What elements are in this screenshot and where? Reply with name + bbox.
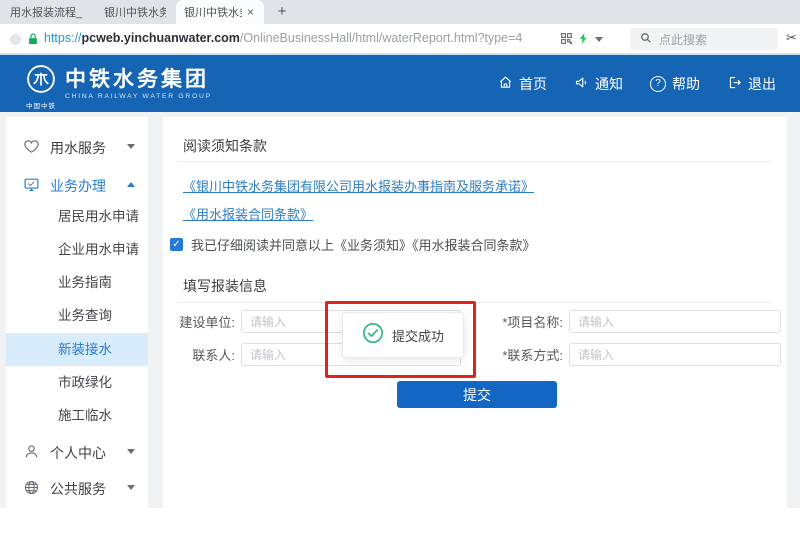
contract-terms-link[interactable]: 《用水报装合同条款》 — [183, 204, 313, 223]
sidebar-group-label: 个人中心 — [50, 443, 106, 463]
sidebar-item-resident-water-application[interactable]: 居民用水申请 — [6, 200, 148, 233]
quick-search-box[interactable]: 点此搜索 — [630, 28, 778, 50]
sidebar-group-water-service[interactable]: 用水服务 — [6, 129, 148, 165]
notice-section-title: 阅读须知条款 — [183, 136, 267, 156]
nav-help-label: 帮助 — [672, 74, 700, 94]
nav-logout-label: 退出 — [748, 74, 776, 94]
tab-title: 银川中铁水务集 — [184, 4, 242, 20]
url-path: /OnlineBusinessHall/html/waterReport.htm… — [240, 31, 522, 45]
form-section-title: 填写报装信息 — [183, 276, 267, 296]
horn-icon — [574, 75, 589, 93]
heart-icon — [23, 138, 40, 155]
url-separator: :// — [71, 31, 81, 45]
nav-home[interactable]: 首页 — [498, 74, 547, 94]
field-label: *项目名称: — [493, 312, 563, 331]
nav-notice[interactable]: 通知 — [574, 74, 623, 94]
url-scheme: https — [44, 31, 71, 45]
tab-title: 用水报装流程_ — [10, 4, 86, 20]
sidebar-group-business[interactable]: 业务办理 — [6, 167, 148, 203]
browser-tab-active[interactable]: 银川中铁水务集 × — [176, 0, 264, 24]
search-placeholder: 点此搜索 — [659, 31, 707, 48]
tab-title: 银川中铁水务集 — [104, 4, 166, 20]
browser-tab-bar: 用水报装流程_ 银川中铁水务集 银川中铁水务集 × + — [0, 0, 800, 24]
logout-icon — [727, 75, 742, 93]
address-bar: https://pcweb.yinchuanwater.com/OnlineBu… — [0, 24, 800, 55]
site-info-icon — [10, 34, 21, 45]
scissors-icon[interactable]: ✂ — [786, 30, 797, 46]
lock-icon[interactable] — [27, 32, 39, 51]
app-header: 中国中铁 中铁水务集团 CHINA RAILWAY WATER GROUP 首页… — [0, 55, 800, 112]
nav-home-label: 首页 — [519, 74, 547, 94]
browser-tab-2[interactable]: 银川中铁水务集 — [96, 0, 174, 24]
railway-emblem-icon — [26, 64, 56, 99]
logo: 中国中铁 中铁水务集团 CHINA RAILWAY WATER GROUP — [26, 64, 212, 110]
monitor-icon — [23, 176, 40, 193]
chevron-down-icon[interactable] — [595, 37, 603, 42]
chevron-down-icon — [127, 144, 135, 149]
nav-help[interactable]: ? 帮助 — [650, 74, 700, 94]
user-icon — [23, 443, 40, 460]
sidebar-item-new-water-connection-active[interactable]: 新装接水 — [6, 333, 148, 366]
nav-notice-label: 通知 — [595, 74, 623, 94]
annotation-red-rectangle — [325, 301, 476, 378]
sidebar-group-public-service[interactable]: 公共服务 — [6, 470, 148, 506]
browser-window: 用水报装流程_ 银川中铁水务集 银川中铁水务集 × + https://pcwe… — [0, 0, 800, 534]
divider — [178, 161, 772, 162]
chevron-down-icon — [127, 449, 135, 454]
agreement-text: 我已仔细阅读并同意以上《业务须知》《用水报装合同条款》 — [191, 235, 536, 254]
project-name-input[interactable] — [569, 310, 781, 333]
nav-logout[interactable]: 退出 — [727, 74, 776, 94]
agreement-row: ✓ 我已仔细阅读并同意以上《业务须知》《用水报装合同条款》 — [170, 235, 536, 254]
sidebar-item-business-guide[interactable]: 业务指南 — [6, 266, 148, 299]
chevron-down-icon — [127, 485, 135, 490]
field-label: 建设单位: — [163, 312, 235, 331]
sidebar-group-label: 公共服务 — [50, 479, 106, 499]
sidebar-item-business-query[interactable]: 业务查询 — [6, 299, 148, 332]
field-label: *联系方式: — [493, 345, 563, 364]
sidebar-item-municipal-greening[interactable]: 市政绿化 — [6, 366, 148, 399]
logo-subtitle: CHINA RAILWAY WATER GROUP — [65, 93, 212, 100]
logo-badge: 中国中铁 — [26, 100, 56, 110]
contact-method-input[interactable] — [569, 343, 781, 366]
chevron-up-icon — [127, 182, 135, 187]
guide-and-promise-link[interactable]: 《银川中铁水务集团有限公司用水报装办事指南及服务承诺》 — [183, 176, 534, 195]
agreement-checkbox[interactable]: ✓ — [170, 238, 183, 251]
sidebar-item-enterprise-water-application[interactable]: 企业用水申请 — [6, 233, 148, 266]
sidebar: 用水服务 业务办理 居民用水申请 企业用水申请 业务指南 业务查询 新装接水 市… — [6, 117, 148, 508]
lightning-icon[interactable] — [578, 32, 589, 50]
sidebar-item-construction-temporary-water[interactable]: 施工临水 — [6, 399, 148, 432]
url-domain: pcweb.yinchuanwater.com — [82, 31, 240, 45]
browser-tab-1[interactable]: 用水报装流程_ — [2, 0, 94, 24]
home-icon — [498, 75, 513, 93]
header-nav: 首页 通知 ? 帮助 退出 — [498, 55, 776, 112]
qr-code-icon[interactable] — [560, 32, 573, 50]
globe-icon — [23, 479, 40, 496]
new-tab-button[interactable]: + — [272, 2, 292, 22]
tab-close-icon[interactable]: × — [247, 6, 254, 18]
submit-button[interactable]: 提交 — [397, 381, 557, 408]
field-label: 联系人: — [163, 345, 235, 364]
search-icon — [640, 32, 652, 47]
help-icon: ? — [650, 76, 666, 92]
url-text[interactable]: https://pcweb.yinchuanwater.com/OnlineBu… — [44, 24, 522, 53]
sidebar-group-personal-center[interactable]: 个人中心 — [6, 434, 148, 470]
sidebar-group-label: 业务办理 — [50, 176, 106, 196]
sidebar-group-label: 用水服务 — [50, 138, 106, 158]
logo-title: 中铁水务集团 — [65, 67, 212, 93]
field-contact-method: *联系方式: — [493, 343, 781, 366]
field-project-name: *项目名称: — [493, 310, 781, 333]
